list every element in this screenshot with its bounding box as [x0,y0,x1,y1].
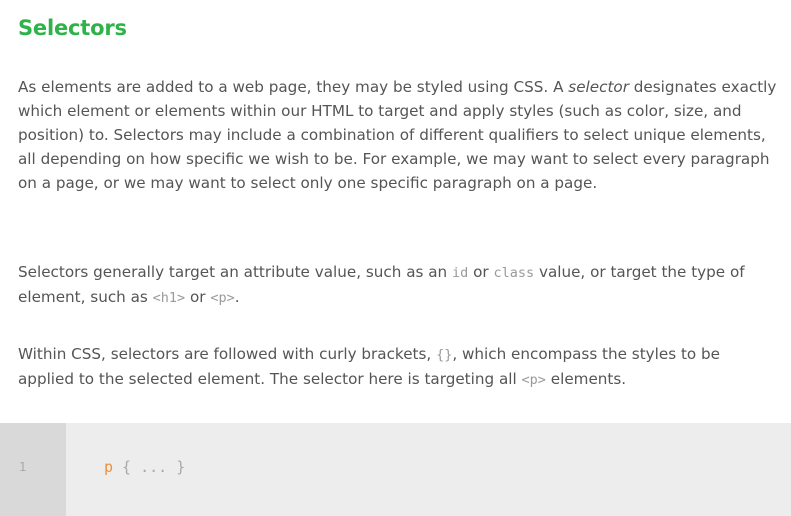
code-block: 1 p { ... } [0,423,791,516]
paragraph-intro: As elements are added to a web page, the… [18,75,778,195]
paragraph-targets-text: or [468,263,494,281]
inline-code-p: <p> [210,290,235,306]
inline-code-brackets: {} [436,347,453,363]
inline-code-id: id [452,265,469,281]
inline-code-class: class [493,265,535,281]
code-declaration-token: { ... } [113,458,186,476]
paragraph-brackets-text: elements. [545,370,627,388]
inline-code-p-element: <p> [521,372,546,388]
selector-emphasis: selector [568,78,629,96]
code-gutter: 1 [0,423,66,516]
inline-code-h1: <h1> [152,290,186,306]
paragraph-intro-text-before: As elements are added to a web page, the… [18,78,569,96]
paragraph-targets-text: Selectors generally target an attribute … [18,263,453,281]
section-heading: Selectors [18,16,127,40]
paragraph-targets: Selectors generally target an attribute … [18,260,778,310]
paragraph-targets-text: . [234,288,240,306]
paragraph-brackets-text: Within CSS, selectors are followed with … [18,345,437,363]
paragraph-targets-text: or [185,288,211,306]
code-selector-token: p [104,458,114,476]
line-number: 1 [19,460,27,474]
code-line: p { ... } [104,458,185,476]
paragraph-brackets: Within CSS, selectors are followed with … [18,342,778,392]
